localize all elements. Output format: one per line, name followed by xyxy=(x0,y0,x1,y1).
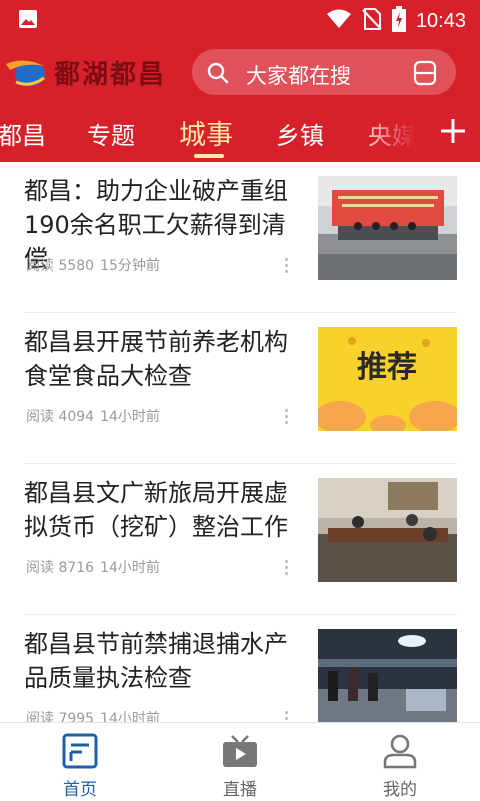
scan-icon[interactable] xyxy=(412,60,438,90)
nav-home-label: 首页 xyxy=(63,780,97,800)
nav-home[interactable]: 首页 xyxy=(0,723,160,801)
more-options-icon[interactable] xyxy=(285,711,289,722)
search-placeholder: 大家都在搜 xyxy=(246,64,351,88)
read-count: 阅读 5580 xyxy=(26,258,95,274)
no-sim-icon xyxy=(362,8,382,34)
news-meta: 阅读 7995 14小时前 xyxy=(26,708,160,722)
tabs-fade-overlay xyxy=(354,104,426,162)
plus-icon xyxy=(441,119,465,143)
search-bar[interactable]: 大家都在搜 xyxy=(192,49,456,95)
nav-live-label: 直播 xyxy=(223,780,257,800)
tab-towns[interactable]: 乡镇 xyxy=(276,116,324,151)
battery-charging-icon xyxy=(391,6,406,36)
active-tab-indicator xyxy=(194,154,224,158)
user-icon xyxy=(382,733,418,773)
search-icon xyxy=(206,61,230,89)
publish-time: 14小时前 xyxy=(100,560,160,576)
image-icon xyxy=(18,9,38,33)
nav-live[interactable]: 直播 xyxy=(160,723,320,801)
app-logo: 鄱湖都昌 xyxy=(4,52,166,92)
wifi-icon xyxy=(326,9,352,33)
news-meta: 阅读 8716 14小时前 xyxy=(26,557,160,577)
news-meta: 阅读 4094 14小时前 xyxy=(26,406,160,426)
read-count: 阅读 7995 xyxy=(26,711,95,722)
app-header: 鄱湖都昌 大家都在搜 xyxy=(0,40,480,104)
thumb-recommend-text: 推荐 xyxy=(357,350,417,385)
news-meta: 阅读 5580 15分钟前 xyxy=(26,255,160,275)
publish-time: 14小时前 xyxy=(100,409,160,425)
status-time: 10:43 xyxy=(415,9,466,32)
read-count: 阅读 8716 xyxy=(26,560,95,576)
news-title[interactable]: 都昌县文广新旅局开展虚拟货币（挖矿）整治工作 xyxy=(24,476,306,544)
bottom-navigation: 首页 直播 我的 xyxy=(0,722,480,801)
tab-duchang[interactable]: 都昌 xyxy=(0,116,46,151)
nav-profile-label: 我的 xyxy=(383,780,417,800)
tab-topics[interactable]: 专题 xyxy=(87,116,135,151)
news-item[interactable]: 都昌县文广新旅局开展虚拟货币（挖矿）整治工作 阅读 8716 14小时前 xyxy=(0,464,480,615)
home-icon xyxy=(62,733,98,773)
more-options-icon[interactable] xyxy=(285,560,289,578)
news-thumbnail[interactable] xyxy=(318,629,457,722)
news-item[interactable]: 都昌县开展节前养老机构食堂食品大检查 阅读 4094 14小时前 推荐 xyxy=(0,313,480,464)
read-count: 阅读 4094 xyxy=(26,409,95,425)
news-feed: 都昌：助力企业破产重组190余名职工欠薪得到清偿 阅读 5580 15分钟前 都昌… xyxy=(0,162,480,722)
logo-emblem-icon xyxy=(6,60,45,86)
news-title[interactable]: 都昌县节前禁捕退捕水产品质量执法检查 xyxy=(24,627,306,695)
publish-time: 15分钟前 xyxy=(100,258,160,274)
tab-city-news[interactable]: 城事 xyxy=(179,113,233,152)
more-options-icon[interactable] xyxy=(285,409,289,427)
status-bar: 10:43 xyxy=(0,0,480,40)
news-title[interactable]: 都昌县开展节前养老机构食堂食品大检查 xyxy=(24,325,306,393)
news-thumbnail[interactable] xyxy=(318,176,457,280)
news-thumbnail[interactable] xyxy=(318,478,457,582)
nav-profile[interactable]: 我的 xyxy=(320,723,480,801)
publish-time: 14小时前 xyxy=(100,711,160,722)
news-item[interactable]: 都昌：助力企业破产重组190余名职工欠薪得到清偿 阅读 5580 15分钟前 xyxy=(0,162,480,313)
news-thumbnail[interactable]: 推荐 xyxy=(318,327,457,431)
logo-text: 鄱湖都昌 xyxy=(54,59,167,90)
more-options-icon[interactable] xyxy=(285,258,289,276)
news-item[interactable]: 都昌县节前禁捕退捕水产品质量执法检查 阅读 7995 14小时前 xyxy=(0,615,480,722)
category-tabs: 都昌 专题 城事 乡镇 央媒 xyxy=(0,104,480,162)
add-channel-button[interactable] xyxy=(426,104,480,162)
tv-icon xyxy=(222,733,258,773)
